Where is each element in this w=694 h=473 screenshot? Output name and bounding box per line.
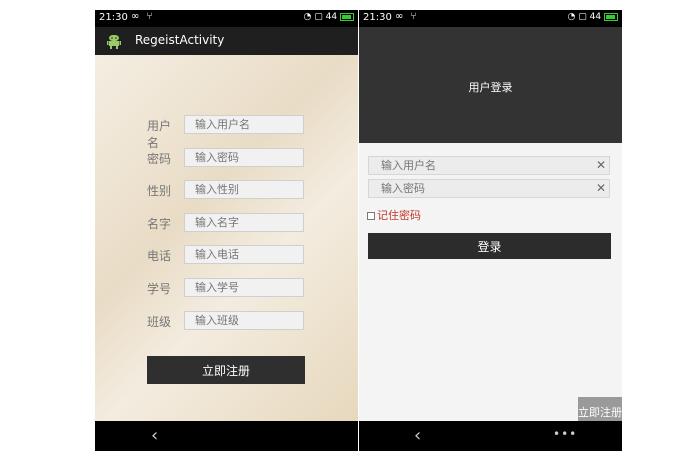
menu-icon[interactable]: ••• <box>553 427 577 441</box>
status-time: 21:30 <box>363 12 392 23</box>
password-input[interactable] <box>184 148 304 167</box>
status-right: ◔ ▢ 44 <box>304 12 354 22</box>
login-screen: 21:30 ∞ ⑂ ◔ ▢ 44 用户登录 ✕ ✕ 记住密码 登录 立即注册 ‹… <box>359 10 622 451</box>
page-title: 用户登录 <box>468 81 513 94</box>
password-label: 密码 <box>147 152 172 166</box>
clear-username-icon[interactable]: ✕ <box>596 158 606 172</box>
form-row-phone: 电话 <box>95 245 358 265</box>
student-id-input[interactable] <box>184 278 304 297</box>
status-right: ◔ ▢ 44 <box>568 12 618 22</box>
status-bar: 21:30 ∞ ⑂ ◔ ▢ 44 <box>95 10 358 27</box>
remember-checkbox[interactable] <box>367 212 375 220</box>
nav-bar: ‹ ••• <box>359 421 622 451</box>
form-row-password: 密码 <box>95 148 358 168</box>
phone-input[interactable] <box>184 245 304 264</box>
action-bar: RegeistActivity <box>95 27 358 55</box>
android-icon <box>107 35 121 49</box>
remember-password[interactable]: 记住密码 <box>367 207 421 223</box>
form-row-name: 名字 <box>95 213 358 233</box>
battery-icon <box>604 12 618 21</box>
register-screen: 21:30 ∞ ⑂ ◔ ▢ 44 RegeistActivity 用户名 输入用… <box>95 10 358 451</box>
form-row-gender: 性别 <box>95 180 358 200</box>
form-row-username: 用户名 <box>95 115 358 150</box>
phone-label: 电话 <box>147 249 172 263</box>
login-header: 用户登录 <box>359 27 622 143</box>
app-title: RegeistActivity <box>135 33 225 47</box>
form-row-student-id: 学号 <box>95 278 358 298</box>
wifi-icon: ◔ <box>303 12 312 22</box>
class-input[interactable] <box>184 311 304 330</box>
battery-level: 44 <box>589 12 602 22</box>
register-button[interactable]: 立即注册 <box>147 356 305 384</box>
username-input[interactable] <box>368 156 610 175</box>
battery-icon <box>340 12 354 21</box>
password-input[interactable] <box>368 179 610 198</box>
loop-icon: ∞ <box>395 11 406 22</box>
sim-icon: ▢ <box>314 12 323 22</box>
back-icon[interactable]: ‹ <box>414 425 421 446</box>
status-bar: 21:30 ∞ ⑂ ◔ ▢ 44 <box>359 10 622 27</box>
remember-label: 记住密码 <box>377 209 421 222</box>
gender-label: 性别 <box>147 184 172 198</box>
battery-level: 44 <box>325 12 338 22</box>
wifi-icon: ◔ <box>567 12 576 22</box>
register-form: 用户名 密码 性别 名字 电话 学号 班级 立即注册 <box>95 55 358 421</box>
status-time: 21:30 <box>99 12 128 23</box>
login-button[interactable]: 登录 <box>368 233 611 259</box>
username-label: 用户名 <box>147 119 172 150</box>
gender-input[interactable] <box>184 180 304 199</box>
sim-icon: ▢ <box>578 12 587 22</box>
student-id-label: 学号 <box>147 282 172 296</box>
name-input[interactable] <box>184 213 304 232</box>
usb-icon: ⑂ <box>146 11 155 22</box>
class-label: 班级 <box>147 315 172 329</box>
status-icons: ∞ ⑂ <box>395 11 419 22</box>
status-icons: ∞ ⑂ <box>131 11 155 22</box>
nav-bar: ‹ <box>95 421 358 451</box>
username-input[interactable] <box>184 115 304 134</box>
name-label: 名字 <box>147 217 172 231</box>
back-icon[interactable]: ‹ <box>151 425 158 446</box>
clear-password-icon[interactable]: ✕ <box>596 181 606 195</box>
loop-icon: ∞ <box>131 11 142 22</box>
usb-icon: ⑂ <box>410 11 419 22</box>
form-row-class: 班级 <box>95 311 358 331</box>
login-form: ✕ ✕ 记住密码 登录 立即注册 <box>359 143 622 427</box>
